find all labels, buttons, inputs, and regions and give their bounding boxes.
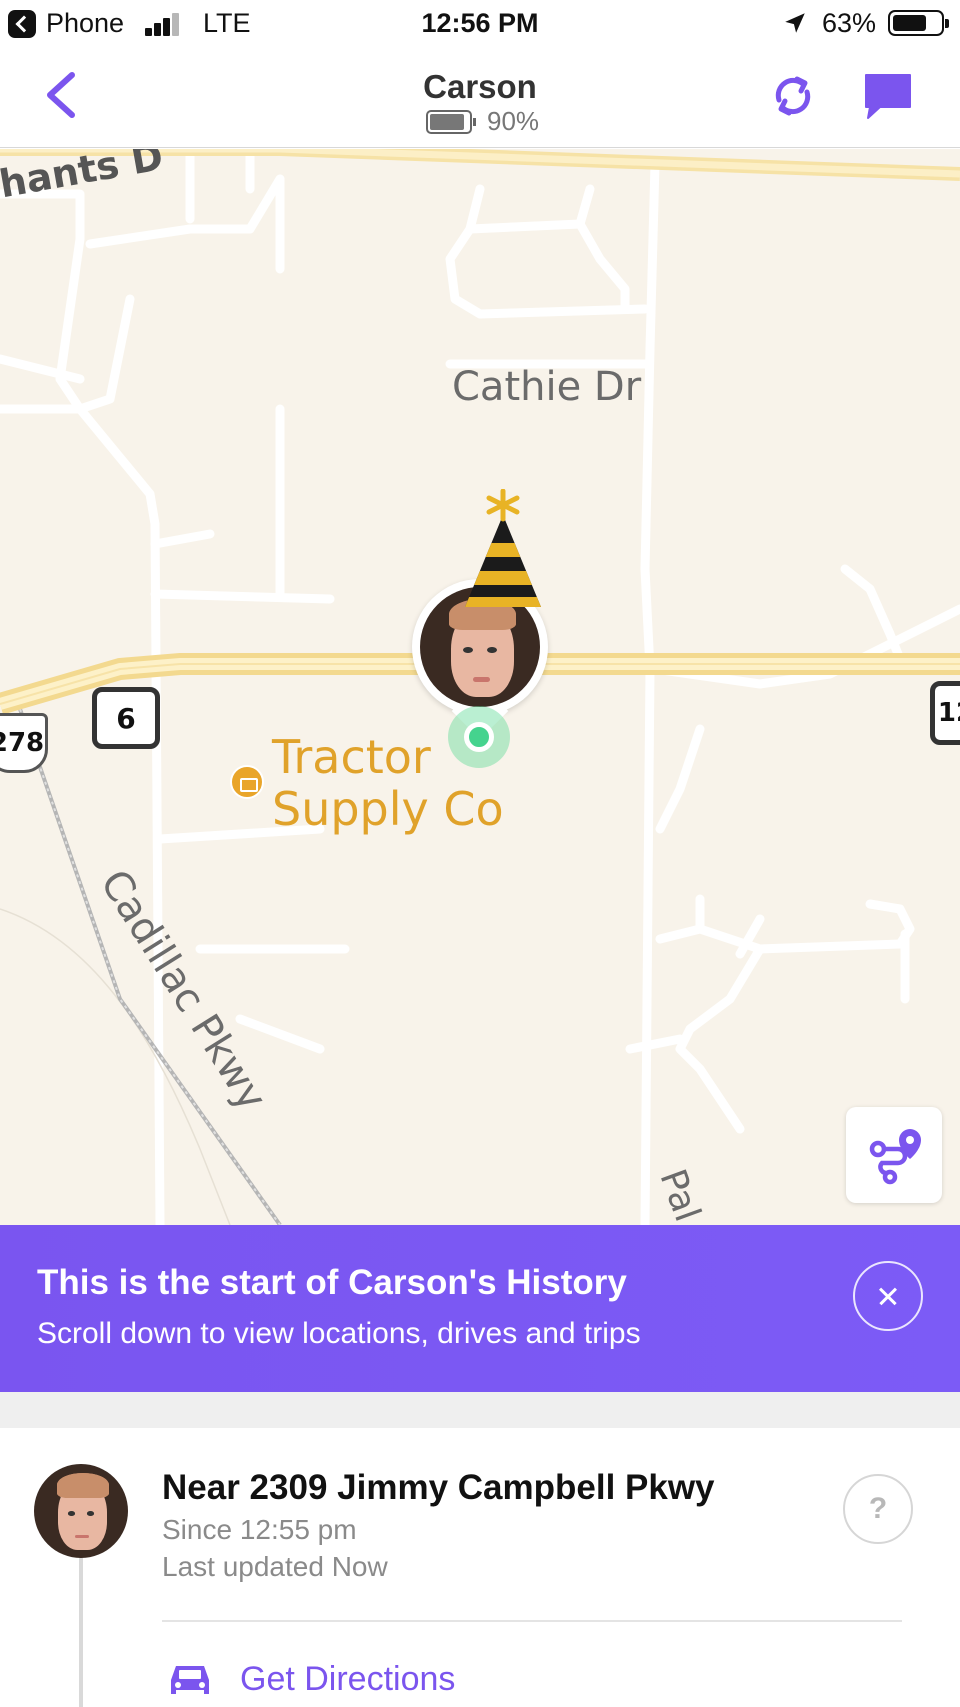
street-label-cathie: Cathie Dr xyxy=(452,364,642,410)
refresh-icon[interactable] xyxy=(767,70,819,122)
since-time: Since 12:55 pm xyxy=(162,1514,357,1545)
nav-bar: Carson 90% xyxy=(0,48,960,148)
history-banner: This is the start of Carson's History Sc… xyxy=(0,1225,960,1392)
battery-percent: 63% xyxy=(822,8,877,38)
location-title[interactable]: Near 2309 Jimmy Campbell Pkwy xyxy=(162,1468,715,1508)
battery-icon xyxy=(888,10,949,36)
clock: 12:56 PM xyxy=(421,8,539,38)
poi-name-line2: Supply Co xyxy=(272,782,504,836)
state-route-shield: 6 xyxy=(92,687,160,749)
route-shield-right-number: 12 xyxy=(937,698,960,728)
us-route-shield: 278 xyxy=(0,713,48,773)
get-directions-link[interactable]: Get Directions xyxy=(240,1660,455,1699)
chat-bubble-icon[interactable] xyxy=(862,70,914,122)
route-pin-icon xyxy=(869,1129,921,1185)
device-battery-percent: 90% xyxy=(487,106,540,136)
banner-title: This is the start of Carson's History xyxy=(37,1263,627,1302)
map-view[interactable]: hants D Cathie Dr Cadillac Pkwy Pal 278 … xyxy=(0,149,960,1225)
divider xyxy=(162,1620,902,1622)
last-updated: Last updated Now xyxy=(162,1551,388,1582)
section-divider xyxy=(0,1392,960,1428)
us-route-number: 278 xyxy=(0,728,45,758)
device-battery-icon xyxy=(426,110,476,134)
route-history-button[interactable] xyxy=(846,1107,942,1203)
status-bar: Phone LTE 12:56 PM 63% xyxy=(0,0,960,48)
car-icon[interactable] xyxy=(168,1660,212,1700)
shopping-bag-icon[interactable] xyxy=(230,765,264,799)
banner-subtitle: Scroll down to view locations, drives an… xyxy=(37,1317,641,1350)
state-route-number: 6 xyxy=(116,701,136,735)
location-dot xyxy=(448,706,510,768)
avatar[interactable] xyxy=(34,1464,128,1558)
route-shield-right: 12 xyxy=(930,681,960,745)
help-button[interactable]: ? xyxy=(843,1474,913,1544)
location-arrow-icon xyxy=(785,13,805,33)
timeline-line xyxy=(79,1540,83,1707)
party-hat-icon xyxy=(465,489,541,607)
close-icon[interactable] xyxy=(853,1261,923,1331)
